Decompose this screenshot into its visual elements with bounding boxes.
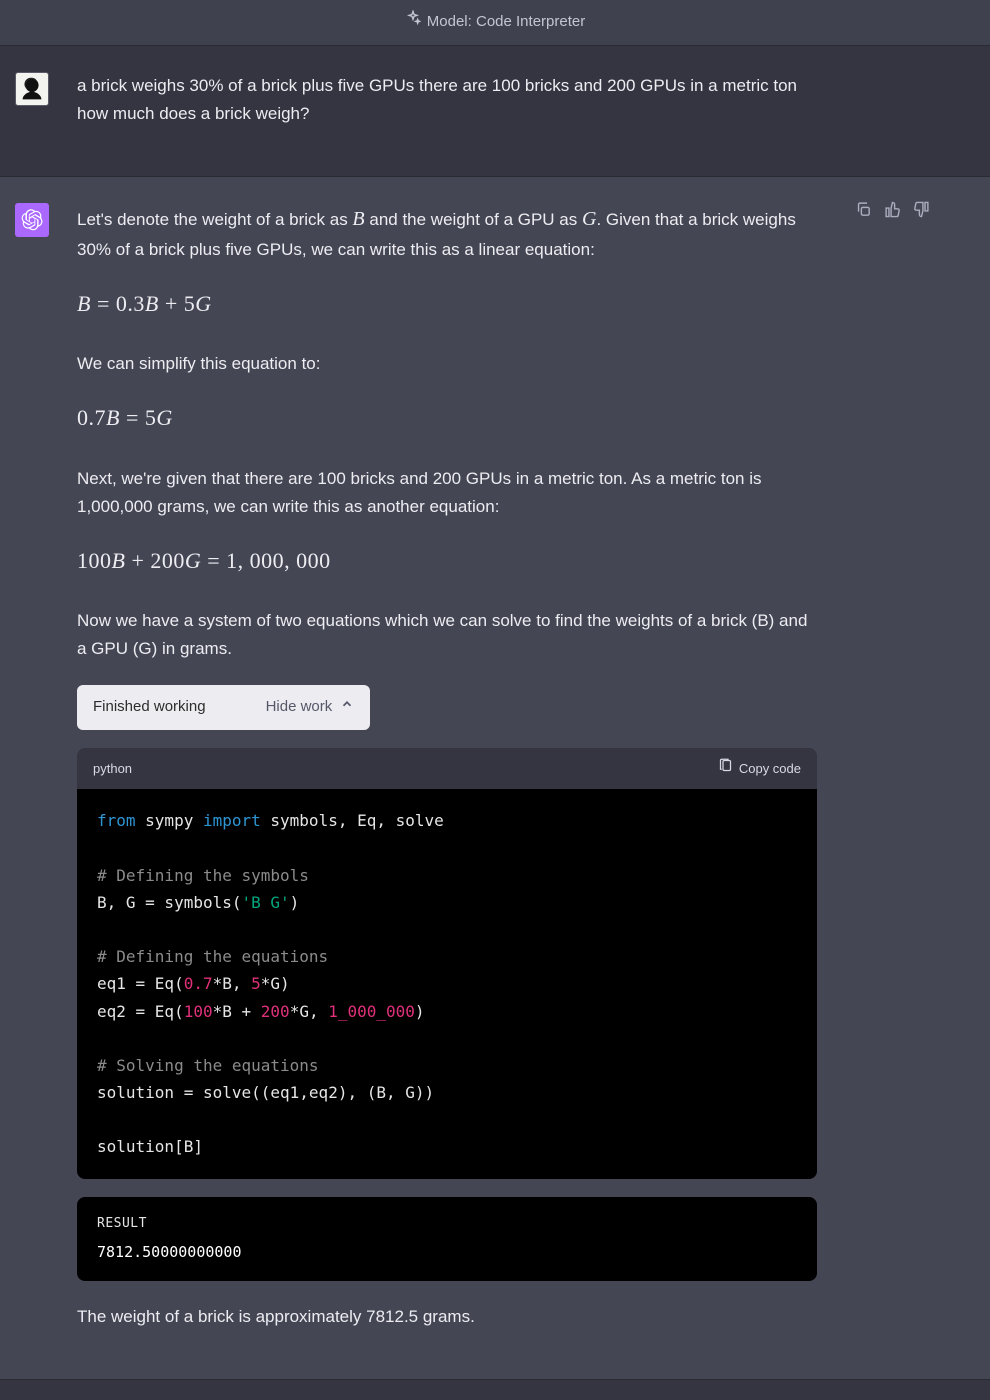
equation-1: B = 0.3B + 5G — [77, 286, 817, 322]
clipboard-icon — [718, 758, 733, 779]
work-status-pill[interactable]: Finished working Hide work — [77, 685, 370, 730]
thumbs-down-icon[interactable] — [913, 199, 930, 227]
assistant-para-3: Next, we're given that there are 100 bri… — [77, 465, 817, 521]
user-avatar — [15, 72, 49, 106]
result-value: 7812.50000000000 — [97, 1240, 797, 1265]
equation-3: 100B + 200G = 1, 000, 000 — [77, 543, 817, 579]
code-block: python Copy code from sympy import symbo… — [77, 748, 817, 1179]
assistant-para-4: Now we have a system of two equations wh… — [77, 607, 817, 663]
equation-2: 0.7B = 5G — [77, 400, 817, 436]
code-language-label: python — [93, 758, 132, 779]
assistant-para-2: We can simplify this equation to: — [77, 350, 817, 378]
assistant-conclusion: The weight of a brick is approximately 7… — [77, 1303, 817, 1331]
copy-code-label: Copy code — [739, 758, 801, 779]
code-content[interactable]: from sympy import symbols, Eq, solve # D… — [77, 789, 817, 1178]
hide-work-label: Hide work — [266, 695, 333, 720]
model-header: Model: Code Interpreter — [0, 0, 990, 46]
model-label: Model: Code Interpreter — [427, 10, 585, 35]
copy-code-button[interactable]: Copy code — [718, 758, 801, 779]
assistant-para-1: Let's denote the weight of a brick as B … — [77, 203, 817, 264]
sparkle-icon — [405, 10, 421, 35]
chevron-up-icon — [340, 695, 354, 720]
result-block: RESULT 7812.50000000000 — [77, 1197, 817, 1281]
user-message-text: a brick weighs 30% of a brick plus five … — [77, 72, 817, 128]
assistant-message-row: Let's denote the weight of a brick as B … — [0, 177, 990, 1380]
work-status-label: Finished working — [93, 695, 206, 720]
message-actions — [855, 199, 930, 227]
user-message-row: a brick weighs 30% of a brick plus five … — [0, 46, 990, 177]
copy-icon[interactable] — [855, 199, 872, 227]
thumbs-up-icon[interactable] — [884, 199, 901, 227]
result-label: RESULT — [97, 1213, 797, 1234]
assistant-avatar — [15, 203, 49, 237]
